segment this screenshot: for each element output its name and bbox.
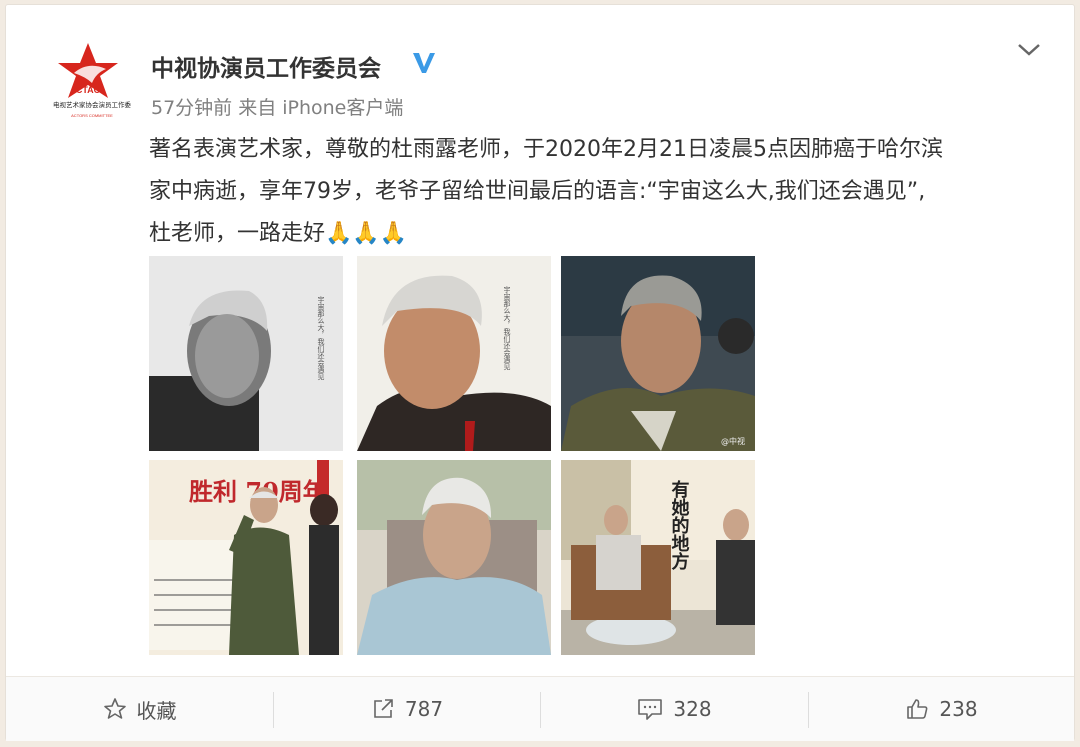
post-text: 著名表演艺术家，尊敬的杜雨露老师，于2020年2月21日凌晨5点因肺癌于哈尔滨 … [149,129,1049,255]
comment-count: 328 [673,697,712,721]
post-text-last: 杜老师，一路走好 [149,221,326,246]
avatar-subtitle: 电视艺术家协会演员工作委 [53,100,132,109]
star-icon [103,698,126,719]
post-time[interactable]: 57分钟前 [151,97,232,119]
like-button[interactable]: 238 [809,677,1074,741]
post-source: 来自 iPhone客户端 [238,97,404,119]
post-text-line: 著名表演艺术家，尊敬的杜雨露老师，于2020年2月21日凌晨5点因肺癌于哈尔滨 [149,137,943,162]
share-icon [374,699,393,718]
chevron-down-icon[interactable] [1016,41,1042,59]
action-toolbar: 收藏 787 328 238 [6,676,1074,741]
photo-3[interactable]: @中视 [561,256,755,451]
avatar[interactable]: CTAC 电视艺术家协会演员工作委 ACTORS COMMITTEE [48,43,136,125]
favorite-label: 收藏 [136,698,177,723]
photo-5[interactable] [357,460,551,655]
photo-caption: 宇宙那么大，我们还会遇见 [317,295,325,381]
weibo-post-card: CTAC 电视艺术家协会演员工作委 ACTORS COMMITTEE 中视协演员… [5,4,1075,741]
avatar-text: CTAC [76,85,101,95]
photo-6[interactable]: 有她的地方 [561,460,755,655]
username[interactable]: 中视协演员工作委员会 [151,49,381,83]
post-meta: 57分钟前 来自 iPhone客户端 [151,93,409,120]
avatar-caption: ACTORS COMMITTEE [71,113,113,118]
photo-caption: 宇宙那么大，我们还会遇见 [503,285,511,371]
favorite-button[interactable]: 收藏 [6,677,273,741]
ctac-logo-icon: CTAC 电视艺术家协会演员工作委 ACTORS COMMITTEE [53,43,132,118]
comment-button[interactable]: 328 [541,677,808,741]
like-count: 238 [939,697,978,721]
photo-4[interactable]: 胜利 70周年 [149,460,343,655]
post-text-line: 家中病逝，享年79岁，老爷子留给世间最后的语言:“宇宙这么大,我们还会遇见”, [149,179,926,204]
thumbs-up-icon [907,699,928,719]
photo-2[interactable]: 宇宙那么大，我们还会遇见 [357,256,551,451]
repost-button[interactable]: 787 [274,677,540,741]
comment-icon [638,699,663,720]
photo-caption: 有她的地方 [669,479,690,571]
repost-count: 787 [404,697,444,721]
pray-emoji-icon: 🙏🙏🙏 [325,221,408,246]
photo-1[interactable]: 宇宙那么大，我们还会遇见 [149,256,343,451]
verified-v-icon [411,50,437,76]
photo-caption: @中视 [721,436,745,446]
post-text-line: 杜老师，一路走好🙏🙏🙏 [149,213,1049,255]
